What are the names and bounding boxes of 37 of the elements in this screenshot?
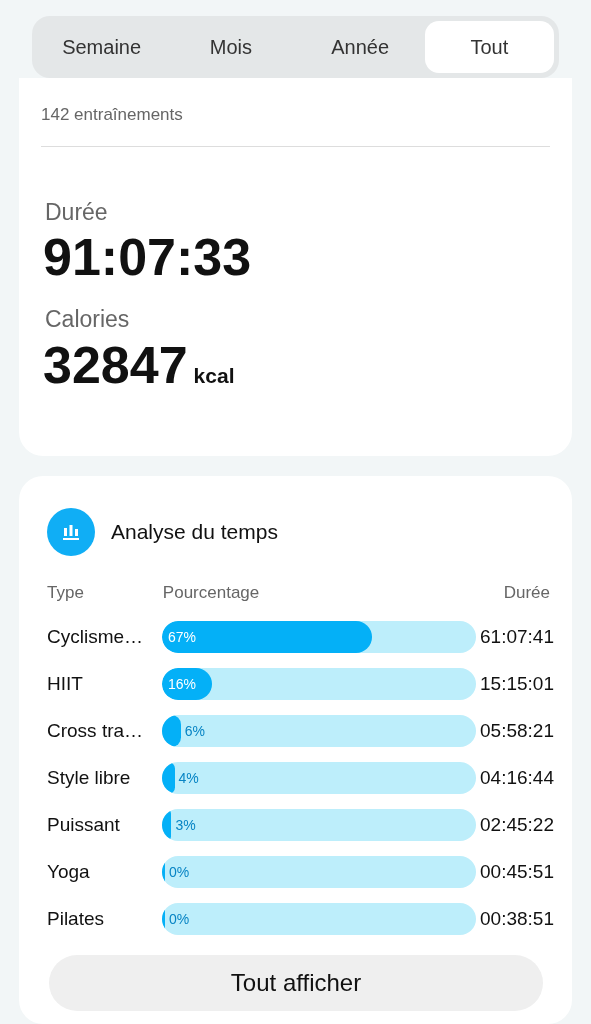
calories-unit: kcal <box>193 362 235 389</box>
duration-cell-text: 00:45:51 <box>480 859 554 884</box>
percent-label: 3% <box>175 815 196 835</box>
duration-cell-text: 04:16:44 <box>480 765 554 790</box>
activity-name: Yoga <box>47 859 91 884</box>
percent-label: 0% <box>169 862 190 882</box>
percent-label: 0% <box>169 909 190 929</box>
percent-label: 4% <box>178 768 199 788</box>
column-header: Durée <box>503 582 550 604</box>
calories-value: 32847 <box>43 336 188 394</box>
duration-cell-text: 00:38:51 <box>480 906 554 931</box>
column-header: Type <box>47 582 84 604</box>
show-all-button[interactable]: Tout afficher <box>49 954 543 1011</box>
activity-name: HIIT <box>47 671 84 696</box>
tab[interactable]: Semaine <box>37 21 167 73</box>
activity-name: Puissant <box>47 812 121 837</box>
activity-name: Style libre <box>47 765 132 790</box>
activity-name: Pilates <box>47 906 106 931</box>
tab[interactable]: Année <box>295 21 425 73</box>
percent-label: 67% <box>168 628 197 647</box>
percent-label: 16% <box>168 675 197 694</box>
duration-value: 91:07:33 <box>43 229 253 287</box>
activity-name: Cyclisme… <box>47 624 145 649</box>
activity-name: Cross tra… <box>47 718 145 743</box>
duration-cell-text: 02:45:22 <box>480 812 554 837</box>
calories-label: Calories <box>45 305 131 335</box>
duration-cell-text: 05:58:21 <box>480 718 554 743</box>
chart-icon <box>47 508 95 556</box>
tab[interactable]: Tout <box>424 21 554 73</box>
workout-count: 142 entraînements <box>41 102 550 147</box>
section-title: Analyse du temps <box>111 519 278 546</box>
percent-label: 6% <box>184 721 206 741</box>
tab[interactable]: Mois <box>166 21 296 73</box>
duration-cell-text: 61:07:41 <box>480 624 554 649</box>
duration-cell-text: 15:15:01 <box>480 671 554 696</box>
column-header: Pourcentage <box>162 582 260 604</box>
duration-label: Durée <box>45 197 109 227</box>
